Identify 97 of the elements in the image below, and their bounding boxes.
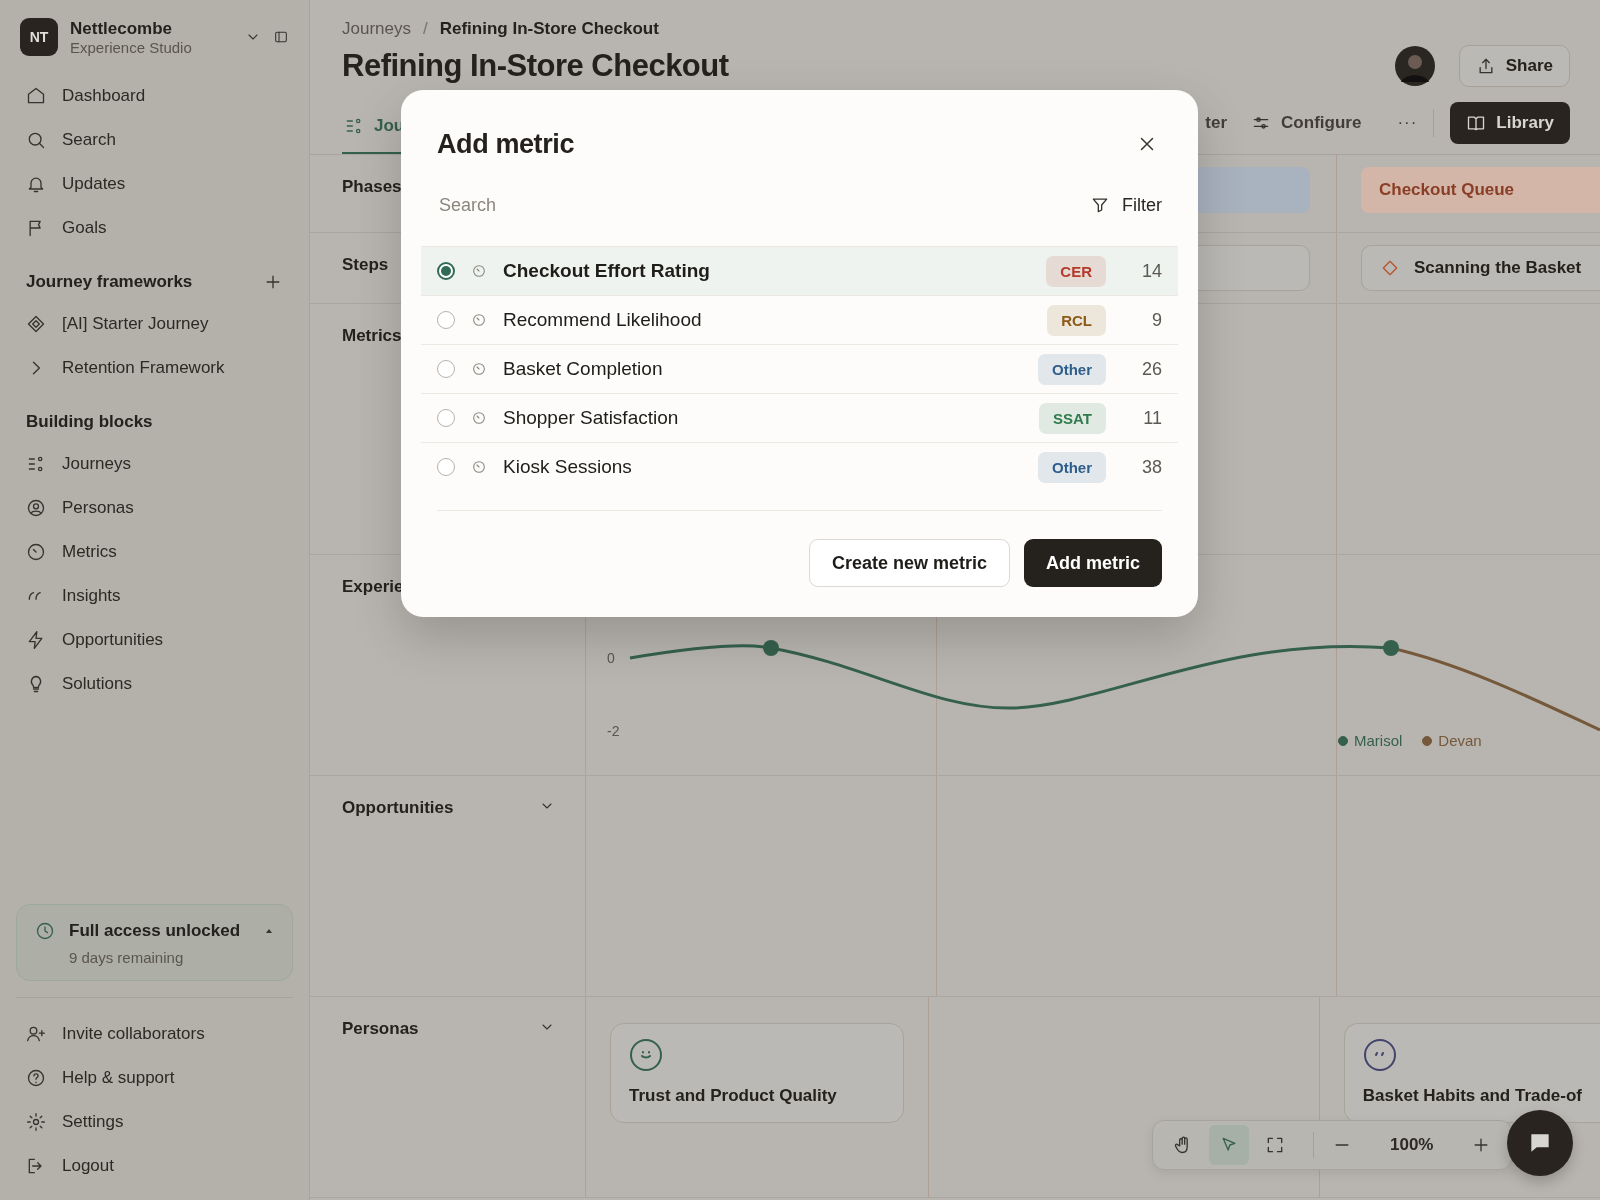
breadcrumb-link[interactable]: Journeys	[342, 19, 411, 39]
metric-count: 26	[1140, 358, 1162, 380]
nav-item[interactable]: Search	[16, 118, 293, 162]
metric-tag: Other	[1038, 451, 1106, 483]
trial-subtitle: 9 days remaining	[68, 949, 185, 966]
fit-screen-icon	[1265, 1135, 1285, 1155]
step-card[interactable]: Scanning the Basket	[1361, 245, 1600, 291]
gauge-icon	[471, 361, 487, 377]
nav-item[interactable]: Metrics	[16, 530, 293, 574]
metric-name: Basket Completion	[503, 358, 664, 380]
chat-button[interactable]	[1507, 1110, 1573, 1176]
tab[interactable]: ter	[1203, 113, 1230, 133]
nav-item[interactable]: Help & support	[16, 1056, 293, 1100]
diamond-icon	[26, 314, 46, 334]
radio-button[interactable]	[437, 262, 455, 280]
more-button[interactable]: ···	[1397, 113, 1418, 133]
zoom-level: 100%	[1389, 1135, 1435, 1155]
metric-row[interactable]: Kiosk Sessions Other 38	[421, 442, 1178, 491]
help-icon	[26, 1068, 46, 1088]
row-label: Metrics	[342, 326, 402, 346]
metric-row[interactable]: Checkout Effort Rating CER 14	[421, 246, 1178, 295]
row-label: Steps	[342, 255, 389, 275]
page-title: Refining In-Store Checkout	[342, 48, 729, 84]
nav-item[interactable]: Opportunities	[16, 618, 293, 662]
diamond-icon	[1380, 258, 1400, 278]
nav-item[interactable]: Invite collaborators	[16, 1012, 293, 1056]
radio-button[interactable]	[437, 311, 455, 329]
metric-row[interactable]: Shopper Satisfaction SSAT 11	[421, 393, 1178, 442]
metric-count: 14	[1140, 260, 1162, 282]
settings-icon	[26, 1112, 46, 1132]
metric-count: 11	[1142, 407, 1162, 429]
add-person-icon	[26, 1024, 46, 1044]
row-label: Phases	[342, 177, 402, 197]
metric-name: Recommend Likelihood	[503, 309, 703, 331]
section-title: Building blocks	[26, 412, 153, 432]
legend-item: Marisol	[1338, 732, 1403, 749]
metric-row[interactable]: Basket Completion Other 26	[421, 344, 1178, 393]
nav-item[interactable]: Settings	[16, 1100, 293, 1144]
persona-card[interactable]: Trust and Product Quality	[610, 1023, 904, 1123]
nav-item[interactable]: Personas	[16, 486, 293, 530]
section-title: Journey frameworks	[26, 272, 193, 292]
breadcrumb-current: Refining In-Store Checkout	[439, 19, 659, 39]
metric-row[interactable]: Recommend Likelihood RCL 9	[421, 295, 1178, 344]
search-field[interactable]: Search	[437, 193, 841, 217]
metric-tag: SSAT	[1039, 402, 1106, 434]
radio-button[interactable]	[437, 458, 455, 476]
trial-title: Full access unlocked	[69, 921, 241, 941]
radio-button[interactable]	[437, 360, 455, 378]
gauge-icon	[471, 312, 487, 328]
row-label: Personas	[342, 1019, 419, 1039]
metric-count: 9	[1151, 309, 1162, 331]
user-avatar[interactable]	[1394, 46, 1435, 86]
gauge-icon	[471, 410, 487, 426]
nav-item[interactable]: Goals	[16, 206, 293, 250]
metric-tag: Other	[1038, 353, 1106, 385]
metric-tag: RCL	[1047, 304, 1106, 336]
axis-tick: 0	[607, 650, 615, 666]
gauge-icon	[471, 263, 487, 279]
tab[interactable]: Configure	[1249, 113, 1364, 133]
share-button[interactable]: Share	[1458, 45, 1570, 87]
gauge-icon	[26, 542, 46, 562]
nav-item[interactable]: Insights	[16, 574, 293, 618]
home-icon	[26, 86, 46, 106]
persona-card[interactable]: Basket Habits and Trade-of	[1343, 1023, 1600, 1123]
framework-item[interactable]: Retention Framework	[16, 346, 293, 390]
phase-bar[interactable]: Checkout Queue	[1361, 167, 1600, 213]
metric-tag: CER	[1046, 255, 1106, 287]
filter-button[interactable]: Filter	[1090, 194, 1162, 216]
metric-name: Kiosk Sessions	[503, 456, 633, 478]
row-label: Opportunities	[342, 798, 454, 818]
dialog-title: Add metric	[437, 128, 575, 160]
workspace-avatar: NT	[20, 18, 58, 56]
sidebar-toggle-icon[interactable]	[273, 29, 289, 45]
metric-name: Shopper Satisfaction	[503, 407, 680, 429]
trial-card[interactable]: Full access unlocked 9 days remaining	[16, 904, 293, 981]
metric-count: 38	[1140, 456, 1162, 478]
workspace-name: Nettlecombe	[70, 18, 174, 39]
person-circle-icon	[26, 498, 46, 518]
library-button[interactable]: Library	[1450, 102, 1570, 144]
create-metric-button[interactable]: Create new metric	[808, 539, 1010, 587]
framework-item[interactable]: [AI] Starter Journey	[16, 302, 293, 346]
metric-name: Checkout Effort Rating	[503, 260, 711, 282]
search-icon	[26, 130, 46, 150]
nav-item[interactable]: Updates	[16, 162, 293, 206]
gauge-icon	[471, 459, 487, 475]
nav-item[interactable]: Solutions	[16, 662, 293, 706]
row-label: Experie	[342, 577, 404, 597]
axis-tick: -2	[607, 723, 620, 739]
add-metric-button[interactable]: Add metric	[1023, 539, 1162, 587]
workspace-subtitle: Experience Studio	[70, 38, 193, 56]
breadcrumb-separator: /	[423, 19, 428, 39]
nav-item[interactable]: Journeys	[16, 442, 293, 486]
radio-button[interactable]	[437, 409, 455, 427]
nav-item[interactable]: Logout	[16, 1144, 293, 1188]
clock-icon	[35, 921, 55, 941]
legend-item: Devan	[1422, 732, 1482, 749]
nav-item[interactable]: Dashboard	[16, 74, 293, 118]
